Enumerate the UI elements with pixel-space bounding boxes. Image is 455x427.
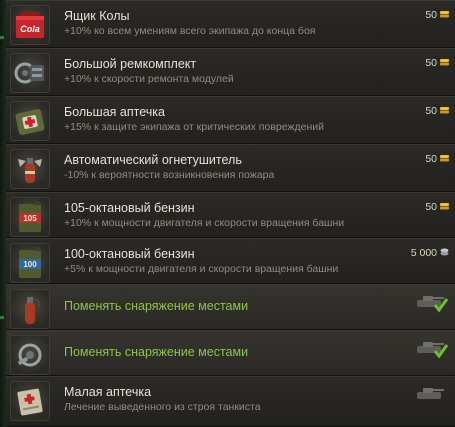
item-title: Большая аптечка <box>64 105 165 119</box>
item-description: +10% к скорости ремонта модулей <box>64 73 234 85</box>
item-price: 50 <box>425 57 437 69</box>
fire-extinguisher-icon <box>10 289 50 329</box>
automatic-fire-extinguisher-icon <box>10 149 50 189</box>
gold-icon <box>440 59 449 66</box>
gold-icon <box>440 107 449 114</box>
item-price: 50 <box>425 201 437 213</box>
item-price: 50 <box>425 105 437 117</box>
swap-equipment-row-2[interactable]: Поменять снаряжение местами <box>6 330 455 376</box>
item-price: 50 <box>425 9 437 21</box>
gasoline-100-icon: 100 <box>10 243 50 283</box>
equipment-item-gasoline-100[interactable]: 100 100-октановый бензин +5% к мощности … <box>6 238 455 284</box>
item-title: Малая аптечка <box>64 385 152 399</box>
item-description: -10% к вероятности возникновения пожара <box>64 169 275 181</box>
large-repair-kit-icon <box>10 53 50 93</box>
equipment-item-large-repair-kit[interactable]: Большой ремкомплект +10% к скорости ремо… <box>6 48 455 96</box>
item-title: 100-октановый бензин <box>64 247 195 261</box>
gold-icon <box>440 203 449 210</box>
item-price: 5 000 <box>410 247 437 259</box>
item-description: +10% ко всем умениям всего экипажа до ко… <box>64 25 316 37</box>
equipment-item-small-first-aid-kit[interactable]: Малая аптечка Лечение выведенного из стр… <box>6 376 455 427</box>
item-price: 50 <box>425 153 437 165</box>
swap-equipment-row-1[interactable]: Поменять снаряжение местами <box>6 284 455 330</box>
gasoline-105-icon: 105 <box>10 197 50 237</box>
swap-equipment-label: Поменять снаряжение местами <box>64 299 249 313</box>
svg-text:Cola: Cola <box>20 24 40 34</box>
strip-marker <box>0 316 4 319</box>
strip-marker <box>0 36 4 39</box>
equipment-item-auto-fire-extinguisher[interactable]: Автоматический огнетушитель -10% к вероя… <box>6 144 455 192</box>
item-title: 105-октановый бензин <box>64 201 195 215</box>
swap-equipment-label: Поменять снаряжение местами <box>64 345 249 359</box>
large-first-aid-kit-icon <box>10 101 50 141</box>
repair-kit-icon <box>10 335 50 375</box>
svg-text:100: 100 <box>23 260 37 269</box>
item-description: +15% к защите экипажа от критических пов… <box>64 121 324 133</box>
small-first-aid-kit-icon <box>10 381 50 421</box>
equipment-item-large-first-aid-kit[interactable]: Большая аптечка +15% к защите экипажа от… <box>6 96 455 144</box>
tank-silhouette-icon <box>417 388 444 399</box>
cola-crate-icon: Cola <box>10 5 50 45</box>
item-title: Ящик Колы <box>64 9 130 23</box>
gold-icon <box>440 11 449 18</box>
tank-installed-check-icon <box>417 342 449 359</box>
svg-text:105: 105 <box>23 214 37 223</box>
equipment-list-panel: Cola Ящик Колы +10% ко всем умениям всег… <box>0 0 455 427</box>
item-description: +10% к мощности двигателя и скорости вра… <box>64 217 345 229</box>
tank-installed-check-icon <box>417 296 449 313</box>
equipment-item-gasoline-105[interactable]: 105 105-октановый бензин +10% к мощности… <box>6 192 455 238</box>
item-title: Автоматический огнетушитель <box>64 153 242 167</box>
item-title: Большой ремкомплект <box>64 57 197 71</box>
gold-icon <box>440 155 449 162</box>
credits-icon <box>440 248 449 256</box>
equipment-item-cola[interactable]: Cola Ящик Колы +10% ко всем умениям всег… <box>6 0 455 48</box>
item-description: Лечение выведенного из строя танкиста <box>64 401 261 413</box>
item-description: +5% к мощности двигателя и скорости вращ… <box>64 263 339 275</box>
